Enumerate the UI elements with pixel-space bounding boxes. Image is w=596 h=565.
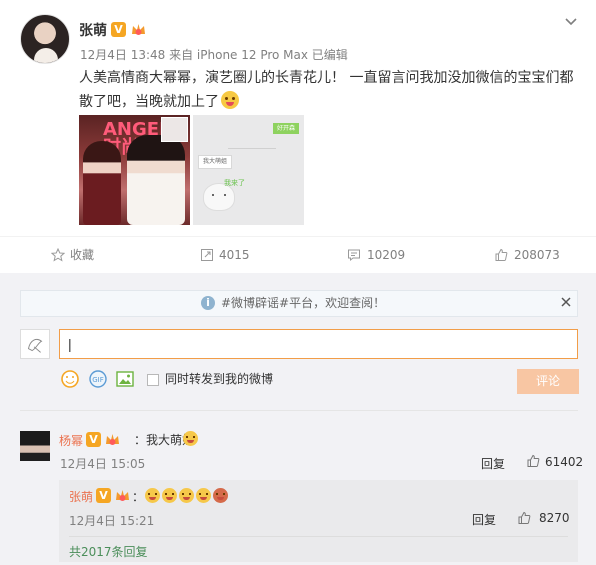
reply-emoji-4-icon <box>196 488 211 503</box>
comment-icon <box>348 249 360 262</box>
gif-icon[interactable]: GIF <box>88 369 108 389</box>
forward-label: 同时转发到我的微博 <box>165 372 274 386</box>
comment-reply-link[interactable]: 回复 <box>481 455 505 472</box>
comment-input[interactable] <box>59 329 578 359</box>
reply-text: ： <box>132 490 145 504</box>
reply-emoji-5-icon <box>213 488 228 503</box>
star-icon <box>51 248 65 262</box>
post-meta: 12月4日 13:48 来自 iPhone 12 Pro Max 已编辑 <box>80 48 348 62</box>
thumb-up-icon <box>495 248 508 261</box>
sticker-label: 我来了 <box>224 179 245 187</box>
verified-badge-icon: V <box>111 22 126 37</box>
reply-divider <box>69 536 568 537</box>
reply-like-count: 8270 <box>539 511 570 525</box>
image-person-left <box>83 141 121 225</box>
forward-checkbox[interactable] <box>147 374 159 386</box>
commenter-avatar[interactable] <box>20 431 50 461</box>
reply-time: 12月4日 15:21 <box>69 514 155 528</box>
notice-text[interactable]: #微博辟谣#平台，欢迎查阅！ <box>221 291 385 316</box>
submit-comment-button[interactable]: 评论 <box>517 369 579 394</box>
favorite-label: 收藏 <box>70 248 95 262</box>
nested-reply: 张萌 V ： 12月4日 15:21 回复 8270 共2017条回复 <box>59 480 578 562</box>
rumor-notice: i #微博辟谣#平台，欢迎查阅！ <box>20 290 578 317</box>
reply-crown-icon <box>116 490 129 501</box>
repost-button[interactable]: 4015 <box>149 237 298 273</box>
like-button[interactable]: 208073 <box>447 237 596 273</box>
comment-time: 12月4日 15:05 <box>60 457 146 471</box>
comment-like-count: 61402 <box>545 455 584 469</box>
author-avatar[interactable] <box>20 14 70 64</box>
chevron-down-icon[interactable] <box>564 15 578 29</box>
comment-crown-icon <box>106 434 119 445</box>
post: 张萌 V 12月4日 13:48 来自 iPhone 12 Pro Max 已编… <box>0 0 596 236</box>
info-icon: i <box>201 296 215 310</box>
close-icon[interactable] <box>561 297 571 307</box>
like-count: 208073 <box>514 248 560 262</box>
post-text: 人美高情商大幂幂，演艺圈儿的长青花儿！ 一直留言问我加没加微信的宝宝们都散了吧，… <box>79 70 574 110</box>
comments-divider <box>20 410 578 411</box>
image-icon[interactable] <box>115 369 135 389</box>
reply-emoji-3-icon <box>179 488 194 503</box>
reply-like-icon[interactable] <box>517 511 531 525</box>
chat-bubble: 我大萌姐 <box>198 155 232 169</box>
repost-count: 4015 <box>219 248 250 262</box>
favorite-button[interactable]: 收藏 <box>0 237 149 273</box>
post-image-2[interactable]: 好开森 我大萌姐 我来了 <box>193 115 304 225</box>
reply-emoji-2-icon <box>162 488 177 503</box>
reply-verified-icon: V <box>96 488 111 503</box>
chat-divider <box>228 148 276 149</box>
author-name[interactable]: 张萌 <box>79 20 107 40</box>
user-avatar <box>20 329 50 359</box>
comment-count: 10209 <box>367 248 406 262</box>
laugh-emoji-icon <box>183 431 198 446</box>
image-person-right <box>127 135 185 225</box>
repost-icon <box>201 249 213 261</box>
reply-author[interactable]: 张萌 <box>69 488 93 505</box>
reply-reply-link[interactable]: 回复 <box>472 511 496 528</box>
emoji-icon[interactable] <box>60 369 80 389</box>
commenter-name[interactable]: 杨幂 <box>59 432 83 449</box>
comment-button[interactable]: 10209 <box>298 237 447 273</box>
svg-text:GIF: GIF <box>92 376 104 384</box>
chat-green-label: 好开森 <box>273 123 299 134</box>
post-image-1[interactable]: ANGEL 时尚 <box>79 115 190 225</box>
comment-like-icon[interactable] <box>526 454 540 468</box>
composer-toolbar: GIF 同时转发到我的微博 评论 <box>60 369 580 394</box>
reply-emoji-1-icon <box>145 488 160 503</box>
post-actions: 收藏 4015 10209 208073 <box>0 236 596 273</box>
crown-badge-icon <box>132 24 145 35</box>
image-inset-photo <box>161 117 188 142</box>
comments-section: i #微博辟谣#平台，欢迎查阅！ GIF 同时转发到我的微博 评论 杨幂 V ：… <box>0 273 596 565</box>
post-body: 人美高情商大幂幂，演艺圈儿的长青花儿！ 一直留言问我加没加微信的宝宝们都散了吧，… <box>79 66 584 114</box>
comment-verified-icon: V <box>86 432 101 447</box>
total-replies-link[interactable]: 共2017条回复 <box>69 543 148 560</box>
smile-emoji-icon <box>221 91 239 109</box>
